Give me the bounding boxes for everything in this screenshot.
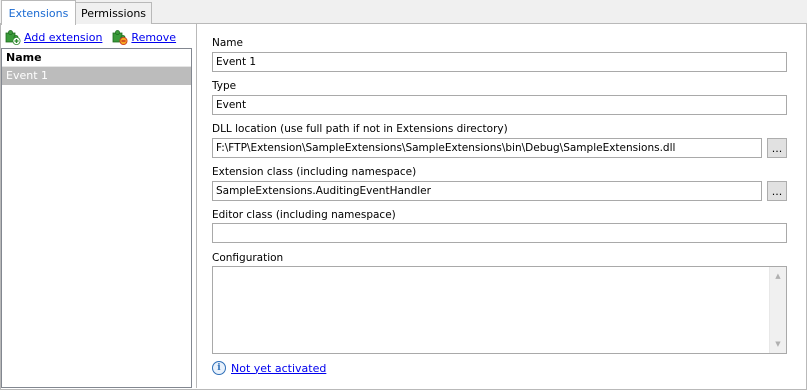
extension-class-field[interactable]: SampleExtensions.AuditingEventHandler [212, 181, 762, 201]
not-activated-link[interactable]: Not yet activated [231, 362, 326, 375]
name-field[interactable]: Event 1 [212, 52, 787, 72]
extension-detail-panel: Name Event 1 Type Event DLL location (us… [196, 24, 806, 388]
scroll-down-icon[interactable]: ▼ [770, 336, 786, 352]
remove-extension-label: Remove [131, 30, 177, 44]
remove-puzzle-icon [112, 29, 128, 45]
configuration-scrollbar[interactable]: ▲ ▼ [769, 267, 786, 353]
editor-class-field[interactable] [212, 223, 787, 243]
configuration-textarea[interactable]: ▲ ▼ [212, 266, 787, 354]
type-field[interactable]: Event [212, 95, 787, 115]
list-item[interactable]: Event 1 [2, 67, 191, 85]
tab-permissions[interactable]: Permissions [75, 2, 152, 24]
add-puzzle-icon [5, 29, 21, 45]
configuration-label: Configuration [212, 252, 284, 264]
name-label: Name [212, 37, 243, 49]
tab-content: Add extension Remove Name Event 1 Name E… [0, 24, 807, 390]
activation-status: i Not yet activated [212, 361, 326, 375]
tab-strip: Extensions Permissions [0, 0, 807, 25]
extension-list[interactable]: Name Event 1 [1, 48, 192, 388]
add-extension-button[interactable]: Add extension [5, 29, 102, 45]
type-label: Type [212, 80, 237, 92]
class-browse-button[interactable]: ... [767, 181, 787, 201]
dll-location-field[interactable]: F:\FTP\Extension\SampleExtensions\Sample… [212, 138, 762, 158]
scroll-up-icon[interactable]: ▲ [770, 268, 786, 284]
extension-toolbar: Add extension Remove [5, 28, 186, 46]
add-extension-label: Add extension [24, 30, 103, 44]
remove-extension-button[interactable]: Remove [112, 29, 176, 45]
dll-location-label: DLL location (use full path if not in Ex… [212, 123, 508, 135]
info-icon: i [212, 361, 226, 375]
extension-class-label: Extension class (including namespace) [212, 166, 417, 178]
dll-browse-button[interactable]: ... [767, 138, 787, 158]
editor-class-label: Editor class (including namespace) [212, 209, 396, 221]
list-header-name[interactable]: Name [2, 49, 191, 67]
tab-extensions[interactable]: Extensions [1, 0, 76, 25]
